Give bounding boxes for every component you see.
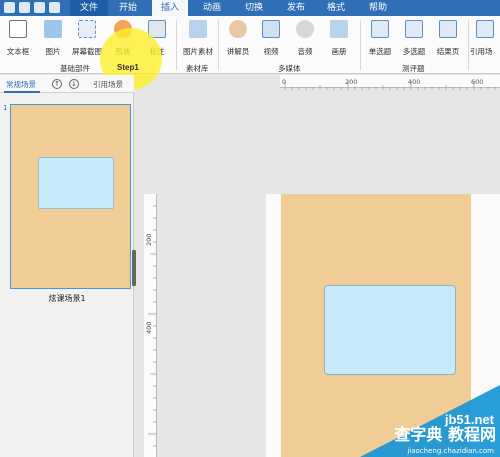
image-library-button[interactable]: 图片素材 bbox=[182, 18, 214, 62]
group-label-quiz: 测评题 bbox=[402, 64, 425, 73]
ribbon: 文本框 图片 屏幕截图 形状 标注 基础部件 图片素材 素材库 讲解员 视频 音… bbox=[0, 16, 500, 74]
album-label: 画册 bbox=[331, 47, 347, 56]
active-tab-underline bbox=[4, 91, 40, 93]
h-tick-marks bbox=[284, 81, 496, 90]
textbox-button[interactable]: 文本框 bbox=[2, 18, 34, 62]
image-library-label: 图片素材 bbox=[183, 47, 213, 56]
image-library-icon bbox=[189, 20, 207, 38]
single-choice-icon bbox=[371, 20, 389, 38]
narrator-icon bbox=[229, 20, 247, 38]
move-up-icon[interactable]: ↑ bbox=[52, 79, 62, 89]
tab-transition[interactable]: 切换 bbox=[238, 0, 270, 16]
group-label-basic: 基础部件 bbox=[60, 64, 90, 73]
group-label-multimedia: 多媒体 bbox=[278, 64, 301, 73]
stage-rectangle-shape[interactable] bbox=[324, 285, 456, 375]
menu-tab-bar: 文件 开始 插入 动画 切换 发布 格式 帮助 bbox=[0, 0, 500, 16]
watermark: jb51.net 查字典 教程网 jiaocheng.chazidian.com bbox=[360, 385, 500, 457]
v-ruler-label: 400 bbox=[145, 322, 153, 334]
tab-insert[interactable]: 插入 bbox=[152, 0, 188, 16]
h-ruler-label: 0 bbox=[282, 78, 286, 86]
tab-format[interactable]: 格式 bbox=[320, 0, 352, 16]
tab-help[interactable]: 帮助 bbox=[362, 0, 394, 16]
tab-animation[interactable]: 动画 bbox=[196, 0, 228, 16]
result-page-button[interactable]: 结果页 bbox=[432, 18, 464, 62]
scene-panel: 常规场景 ↑ ↓ 引用场景 1 炫课场景1 bbox=[0, 75, 134, 457]
scene-thumbnail[interactable] bbox=[10, 104, 131, 289]
move-down-icon[interactable]: ↓ bbox=[69, 79, 79, 89]
screenshot-icon bbox=[78, 20, 96, 38]
save-icon[interactable] bbox=[19, 2, 30, 13]
horizontal-ruler: 0 200 400 600 bbox=[280, 75, 500, 90]
album-icon bbox=[330, 20, 348, 38]
reference-scene-label: 引用场 bbox=[470, 47, 493, 56]
watermark-url: jiaocheng.chazidian.com bbox=[407, 447, 494, 455]
horizontal-ruler-ticks: 0 200 400 600 bbox=[282, 78, 496, 90]
panel-resize-handle[interactable] bbox=[132, 250, 136, 286]
result-page-icon bbox=[439, 20, 457, 38]
preview-icon[interactable] bbox=[34, 2, 45, 13]
image-icon bbox=[44, 20, 62, 38]
h-ruler-label: 200 bbox=[345, 78, 357, 86]
ribbon-separator bbox=[218, 20, 219, 70]
step-label: Step1 bbox=[117, 63, 139, 72]
textbox-icon bbox=[9, 20, 27, 38]
h-ruler-label: 600 bbox=[471, 78, 483, 86]
reference-scene-icon bbox=[476, 20, 494, 38]
scene-panel-tabs: 常规场景 ↑ ↓ 引用场景 bbox=[0, 75, 134, 93]
tab-publish[interactable]: 发布 bbox=[280, 0, 312, 16]
audio-icon bbox=[296, 20, 314, 38]
result-page-label: 结果页 bbox=[436, 47, 460, 56]
app-logo-icon bbox=[4, 2, 15, 13]
undo-icon[interactable] bbox=[49, 2, 60, 13]
tab-home[interactable]: 开始 bbox=[112, 0, 144, 16]
multi-choice-icon bbox=[405, 20, 423, 38]
h-ruler-label: 400 bbox=[408, 78, 420, 86]
vertical-ruler-ticks: 200 400 bbox=[145, 205, 157, 447]
tab-file[interactable]: 文件 bbox=[70, 0, 108, 16]
reference-scene-button[interactable]: 引用场 bbox=[470, 18, 500, 62]
ribbon-separator bbox=[360, 20, 361, 70]
album-button[interactable]: 画册 bbox=[323, 18, 355, 62]
scene-name[interactable]: 炫课场景1 bbox=[0, 293, 134, 304]
v-ruler-label: 200 bbox=[145, 234, 153, 246]
screenshot-button[interactable]: 屏幕截图 bbox=[71, 18, 103, 62]
vertical-ruler: 200 400 bbox=[144, 194, 157, 457]
tab-normal-scene[interactable]: 常规场景 bbox=[6, 79, 36, 90]
ribbon-separator bbox=[176, 20, 177, 70]
ribbon-separator bbox=[468, 20, 469, 70]
slide-number: 1 bbox=[3, 104, 8, 112]
group-label-library: 素材库 bbox=[186, 64, 209, 73]
video-icon bbox=[262, 20, 280, 38]
tab-reference-scene[interactable]: 引用场景 bbox=[93, 79, 123, 90]
watermark-text: 查字典 教程网 bbox=[394, 425, 496, 444]
thumbnail-box bbox=[38, 157, 114, 209]
